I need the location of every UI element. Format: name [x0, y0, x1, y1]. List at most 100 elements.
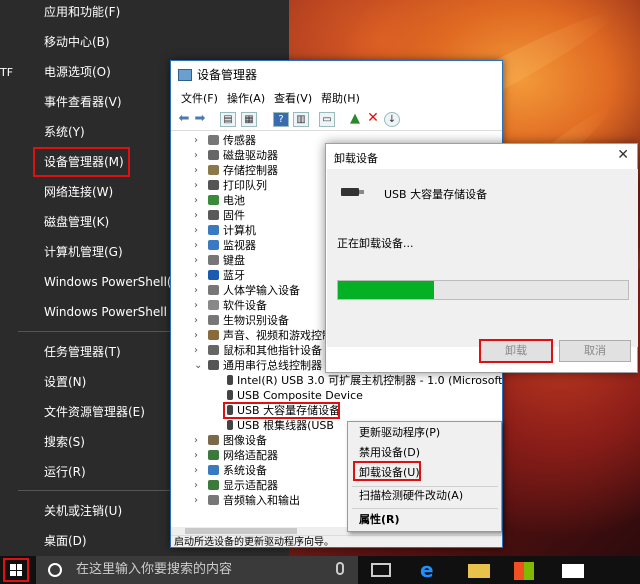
device-category-icon [208, 135, 219, 145]
tree-node-usb-composite[interactable]: USB Composite Device [227, 388, 363, 403]
ctx-disable-device[interactable]: 禁用设备(D) [348, 443, 501, 463]
monitor-icon[interactable]: ▭ [319, 112, 335, 127]
tree-node-audio-io[interactable]: › 音频输入和输出 [194, 493, 300, 508]
tree-node-hid[interactable]: › 人体学输入设备 [194, 283, 300, 298]
status-bar: 启动所选设备的更新驱动程序向导。 [171, 535, 502, 547]
microphone-icon[interactable] [336, 562, 344, 575]
properties-icon[interactable]: ▤ [220, 112, 236, 127]
tree-node-software-devices[interactable]: › 软件设备 [194, 298, 267, 313]
tree-node-bluetooth[interactable]: › 蓝牙 [194, 268, 245, 283]
device-category-icon [208, 240, 219, 250]
scrollbar-thumb[interactable] [185, 528, 297, 534]
device-category-icon [208, 345, 219, 355]
expand-chevron-icon[interactable]: › [194, 223, 204, 238]
tree-node-biometric[interactable]: › 生物识别设备 [194, 313, 289, 328]
expand-chevron-icon[interactable]: › [194, 298, 204, 313]
expand-chevron-icon[interactable]: › [194, 283, 204, 298]
device-category-icon [208, 360, 219, 370]
expand-chevron-icon[interactable]: › [194, 433, 204, 448]
edge-icon[interactable]: e [420, 560, 442, 580]
expand-chevron-icon[interactable]: › [194, 268, 204, 283]
file-explorer-icon[interactable] [468, 564, 490, 578]
ctx-update-driver[interactable]: 更新驱动程序(P) [348, 423, 501, 443]
collapse-chevron-icon[interactable]: ⌄ [194, 358, 204, 373]
menu-file[interactable]: 文件(F) [181, 89, 218, 109]
tree-node-sensors[interactable]: › 传感器 [194, 133, 256, 148]
tree-node-firmware[interactable]: › 固件 [194, 208, 245, 223]
expand-chevron-icon[interactable]: › [194, 178, 204, 193]
menu-item-mobility-center[interactable]: 移动中心(B) [0, 27, 289, 57]
tree-node-label: 传感器 [223, 134, 256, 147]
taskbar-search-box[interactable]: 在这里输入你要搜索的内容 [36, 556, 358, 584]
device-context-menu: 更新驱动程序(P) 禁用设备(D) 卸载设备(U) 扫描检测硬件改动(A) 属性… [347, 421, 502, 532]
expand-chevron-icon[interactable]: › [194, 448, 204, 463]
expand-chevron-icon[interactable]: › [194, 313, 204, 328]
device-category-icon [208, 300, 219, 310]
device-category-icon [208, 435, 219, 445]
device-category-icon [208, 330, 219, 340]
download-icon[interactable]: ↓ [384, 112, 400, 127]
dialog-title: 卸载设备 [334, 152, 378, 165]
expand-chevron-icon[interactable]: › [194, 163, 204, 178]
tree-node-keyboards[interactable]: › 键盘 [194, 253, 245, 268]
tree-node-label: 监视器 [223, 239, 256, 252]
expand-chevron-icon[interactable]: › [194, 328, 204, 343]
tree-node-monitors[interactable]: › 监视器 [194, 238, 256, 253]
tree-node-computer[interactable]: › 计算机 [194, 223, 256, 238]
progress-fill [338, 281, 434, 299]
menu-view[interactable]: 查看(V) [274, 89, 312, 109]
expand-chevron-icon[interactable]: › [194, 343, 204, 358]
tree-node-print-queues[interactable]: › 打印队列 [194, 178, 267, 193]
ctx-scan-hardware[interactable]: 扫描检测硬件改动(A) [348, 486, 501, 506]
tree-node-display-adapters[interactable]: › 显示适配器 [194, 478, 278, 493]
start-button[interactable] [3, 558, 29, 582]
usb-device-icon [227, 390, 233, 400]
mail-icon[interactable] [562, 564, 584, 578]
grid-icon[interactable]: ▥ [293, 112, 309, 127]
expand-chevron-icon[interactable]: › [194, 133, 204, 148]
device-category-icon [208, 495, 219, 505]
menu-help[interactable]: 帮助(H) [321, 89, 360, 109]
menu-item-apps-features[interactable]: 应用和功能(F) [0, 0, 289, 27]
dialog-device-name: USB 大容量存储设备 [384, 188, 488, 201]
expand-chevron-icon[interactable]: › [194, 238, 204, 253]
tree-node-imaging[interactable]: › 图像设备 [194, 433, 267, 448]
back-icon[interactable]: ⬅ [176, 112, 192, 127]
tree-node-batteries[interactable]: › 电池 [194, 193, 245, 208]
device-category-icon [208, 255, 219, 265]
forward-icon[interactable]: ➡ [192, 112, 208, 127]
expand-chevron-icon[interactable]: › [194, 193, 204, 208]
cancel-button[interactable]: 取消 [559, 340, 631, 362]
expand-chevron-icon[interactable]: › [194, 463, 204, 478]
tree-node-mice[interactable]: › 鼠标和其他指针设备 [194, 343, 322, 358]
ctx-properties[interactable]: 属性(R) [348, 510, 501, 530]
tree-node-intel-usb3[interactable]: Intel(R) USB 3.0 可扩展主机控制器 - 1.0 (Microso… [227, 373, 502, 388]
expand-chevron-icon[interactable]: › [194, 493, 204, 508]
help-icon[interactable]: ? [273, 112, 289, 127]
tree-node-usb-root-hub[interactable]: USB 根集线器(USB [227, 418, 334, 433]
menu-bar: 文件(F) 操作(A) 查看(V) 帮助(H) [171, 89, 502, 109]
expand-chevron-icon[interactable]: › [194, 208, 204, 223]
uninstall-x-icon[interactable]: ✕ [365, 111, 381, 127]
close-icon[interactable]: ✕ [617, 147, 629, 163]
tree-node-disk-drives[interactable]: › 磁盘驱动器 [194, 148, 278, 163]
device-category-icon [208, 465, 219, 475]
tree-node-system-devices[interactable]: › 系统设备 [194, 463, 267, 478]
device-category-icon [208, 165, 219, 175]
usb-drive-icon [341, 188, 364, 196]
expand-chevron-icon[interactable]: › [194, 253, 204, 268]
tree-node-label: 显示适配器 [223, 479, 278, 492]
tree-node-network-adapters[interactable]: › 网络适配器 [194, 448, 278, 463]
tree-node-usb-controllers[interactable]: ⌄ 通用串行总线控制器 [194, 358, 322, 373]
update-icon[interactable]: ▦ [241, 112, 257, 127]
menu-action[interactable]: 操作(A) [227, 89, 265, 109]
enable-icon[interactable]: ▲ [347, 112, 363, 127]
task-view-icon[interactable] [371, 563, 391, 577]
tree-node-sound-video[interactable]: › 声音、视频和游戏控制 [194, 328, 333, 343]
device-category-icon [208, 180, 219, 190]
expand-chevron-icon[interactable]: › [194, 148, 204, 163]
expand-chevron-icon[interactable]: › [194, 478, 204, 493]
device-category-icon [208, 150, 219, 160]
store-icon[interactable] [514, 562, 534, 580]
tree-node-storage-controllers[interactable]: › 存储控制器 [194, 163, 278, 178]
